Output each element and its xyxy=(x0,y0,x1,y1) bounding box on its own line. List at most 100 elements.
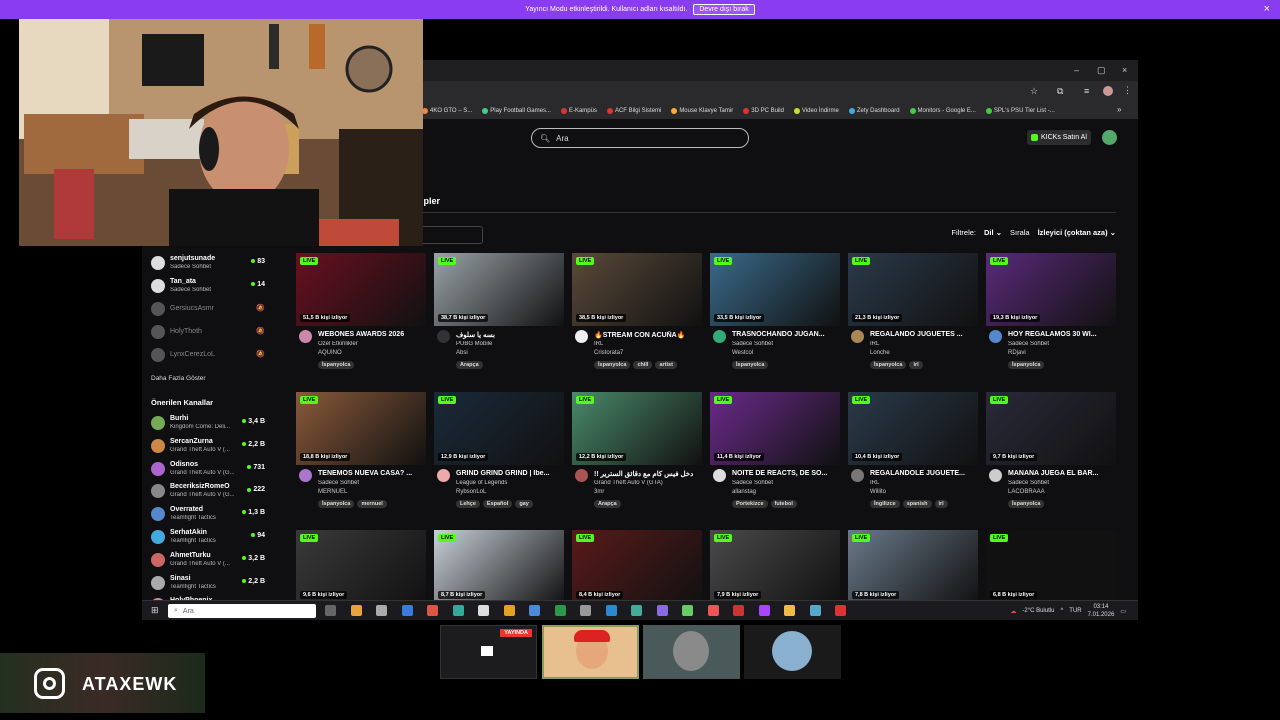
stream-thumbnail[interactable]: LIVE 21,3 B kişi izliyor xyxy=(848,253,978,326)
taskbar-app-icon[interactable] xyxy=(809,605,821,616)
stream-title[interactable]: HOY REGALAMOS 30 WI... xyxy=(1008,331,1116,338)
stream-thumbnail[interactable]: LIVE 9,7 B kişi izliyor xyxy=(986,392,1116,465)
stream-tag[interactable]: İspanyolca xyxy=(594,361,631,369)
stream-card[interactable]: LIVE 38,5 B kişi izliyor 🔥STREAM CON ACUÑA… xyxy=(572,253,702,378)
streamer-name[interactable]: allanstag xyxy=(732,489,756,495)
bookmark-item[interactable]: E-Kampüs xyxy=(560,108,597,114)
stream-thumbnail[interactable]: LIVE 11,4 B kişi izliyor xyxy=(710,392,840,465)
bookmark-item[interactable]: Video İndirme xyxy=(793,108,839,114)
stream-card[interactable]: LIVE 19,3 B kişi izliyor HOY REGALAMOS 30 … xyxy=(986,253,1116,378)
streamer-avatar[interactable] xyxy=(851,469,864,482)
stream-title[interactable]: GRIND GRIND GRIND | Ibe... xyxy=(456,470,564,477)
stream-category[interactable]: Sadece Sohbet xyxy=(732,341,840,347)
stream-category[interactable]: Özel Etkinlikler xyxy=(318,341,426,347)
stream-thumbnail[interactable]: LIVE 9,6 B kişi izliyor xyxy=(296,530,426,603)
stream-thumbnail[interactable]: LIVE 12,9 B kişi izliyor xyxy=(434,392,564,465)
stream-thumbnail[interactable]: LIVE 12,2 B kişi izliyor xyxy=(572,392,702,465)
streamer-name[interactable]: RDjavi xyxy=(1008,350,1026,356)
windows-start-icon[interactable]: ⊞ xyxy=(151,605,159,616)
stream-tag[interactable]: irl xyxy=(934,500,948,508)
stream-tag[interactable]: irl xyxy=(909,361,923,369)
user-avatar[interactable] xyxy=(1102,130,1117,145)
stream-tag[interactable]: İspanyolca xyxy=(1008,361,1045,369)
tray-chevron-icon[interactable]: ^ xyxy=(1060,608,1063,614)
sidebar-channel[interactable]: Tan_ata Sadece Sohbet 14 xyxy=(151,276,269,298)
stream-tag[interactable]: İspanyolca xyxy=(1008,500,1045,508)
stream-tag[interactable]: Español xyxy=(482,500,513,508)
tab-following[interactable]: ipler xyxy=(421,196,440,206)
language-indicator[interactable]: TUR xyxy=(1069,608,1081,614)
streamer-name[interactable]: Willito xyxy=(870,489,886,495)
stream-category[interactable]: Sadece Sohbet xyxy=(732,480,840,486)
scene-thumbnail-3[interactable] xyxy=(643,625,740,679)
streamer-avatar[interactable] xyxy=(575,469,588,482)
stream-title[interactable]: 🔥STREAM CON ACUÑA🔥 xyxy=(594,331,702,339)
streamer-avatar[interactable] xyxy=(299,330,312,343)
scene-thumbnail-4[interactable] xyxy=(744,625,841,679)
stream-tag[interactable]: İspanyolca xyxy=(732,361,769,369)
stream-category[interactable]: League of Legends xyxy=(456,480,564,486)
weather-text[interactable]: -2°C Bulutlu xyxy=(1022,608,1054,614)
stream-card[interactable]: LIVE 51,5 B kişi izliyor WEBONES AWARDS 20… xyxy=(296,253,426,378)
stream-card[interactable]: LIVE 12,9 B kişi izliyor GRIND GRIND GRIND… xyxy=(434,392,564,517)
stream-thumbnail[interactable]: LIVE 38,5 B kişi izliyor xyxy=(572,253,702,326)
banner-close-icon[interactable]: × xyxy=(1264,3,1270,15)
stream-tag[interactable]: futebol xyxy=(770,500,797,508)
stream-tag[interactable]: chill xyxy=(633,361,653,369)
bookmark-item[interactable]: Monitors - Google E... xyxy=(909,108,976,114)
stream-card[interactable]: LIVE 9,7 B kişi izliyor MAÑANA JUEGA EL BA… xyxy=(986,392,1116,517)
maximize-icon[interactable]: ▢ xyxy=(1097,65,1106,76)
taskbar-app-icon[interactable] xyxy=(682,605,693,616)
scene-thumbnail-1[interactable]: YAYINDA xyxy=(440,625,537,679)
streamer-avatar[interactable] xyxy=(713,469,726,482)
streamer-avatar[interactable] xyxy=(299,469,312,482)
stream-category[interactable]: IRL xyxy=(870,341,978,347)
bookmark-item[interactable]: Mouse Klavye Tamir xyxy=(671,108,733,114)
taskbar-app-icon[interactable] xyxy=(733,605,744,616)
sidebar-channel[interactable]: HolyThoth 🔕 xyxy=(151,322,269,344)
disable-streamer-mode-button[interactable]: Devre dışı bırak xyxy=(693,4,755,15)
stream-tag[interactable]: İngilizce xyxy=(870,500,900,508)
bookmark-item[interactable]: SPL's PSU Tier List -... xyxy=(985,108,1055,114)
stream-card[interactable]: LIVE 38,7 B kişi izliyor بسه يا سلوف PUBG M… xyxy=(434,253,564,378)
streamer-name[interactable]: AQUINO xyxy=(318,350,342,356)
streamer-avatar[interactable] xyxy=(437,330,450,343)
taskbar-app-icon[interactable] xyxy=(605,605,617,616)
stream-title[interactable]: TENEMOS NUEVA CASA? ... xyxy=(318,470,426,477)
stream-card[interactable]: LIVE 12,2 B kişi izliyor !! دخل فيس كام مع… xyxy=(572,392,702,517)
stream-card[interactable]: LIVE 18,8 B kişi izliyor TENEMOS NUEVA CAS… xyxy=(296,392,426,517)
sidebar-channel[interactable]: LynxCerezLoL 🔕 xyxy=(151,345,269,367)
stream-category[interactable]: IRL xyxy=(594,341,702,347)
streamer-name[interactable]: Westcol xyxy=(732,350,753,356)
recommended-channel[interactable]: SercanZurna Grand Theft Auto V (... 2,2 B xyxy=(151,436,269,458)
taskbar-app-icon[interactable] xyxy=(554,605,566,616)
stream-card[interactable]: LIVE 11,4 B kişi izliyor NOITE DE REACTS, … xyxy=(710,392,840,517)
stream-title[interactable]: REGALANDOLE JUGUETE... xyxy=(870,470,978,477)
profile-icon[interactable] xyxy=(1103,86,1113,96)
bookmark-item[interactable]: ACF Bilgi Sistemi xyxy=(606,108,661,114)
close-window-icon[interactable]: × xyxy=(1122,65,1127,75)
streamer-avatar[interactable] xyxy=(989,330,1002,343)
taskbar-app-icon[interactable] xyxy=(350,605,362,616)
recommended-channel[interactable]: SerhatAkin Teamfight Tactics 94 xyxy=(151,527,269,549)
notification-icon[interactable]: ▭ xyxy=(1120,608,1126,615)
taskbar-app-icon[interactable] xyxy=(503,605,515,616)
stream-tag[interactable]: mernuel xyxy=(357,500,387,508)
stream-category[interactable]: PUBG Mobile xyxy=(456,341,564,347)
taskbar-app-icon[interactable] xyxy=(631,605,642,616)
stream-card[interactable]: LIVE 10,4 B kişi izliyor REGALANDOLE JUGUE… xyxy=(848,392,978,517)
stream-thumbnail[interactable]: LIVE 33,5 B kişi izliyor xyxy=(710,253,840,326)
streamer-name[interactable]: Cristorata7 xyxy=(594,350,623,356)
stream-tag[interactable]: spanish xyxy=(902,500,932,508)
stream-thumbnail[interactable]: LIVE 38,7 B kişi izliyor xyxy=(434,253,564,326)
recommended-channel[interactable]: Odisnos Grand Theft Auto V (G... 731 xyxy=(151,459,269,481)
stream-card[interactable]: LIVE 33,5 B kişi izliyor TRASNOCHANDO JUGA… xyxy=(710,253,840,378)
bookmark-item[interactable]: Zety Dashboard xyxy=(848,108,900,114)
stream-title[interactable]: MAÑANA JUEGA EL BAR... xyxy=(1008,470,1116,477)
stream-category[interactable]: Sadece Sohbet xyxy=(1008,341,1116,347)
taskbar-app-icon[interactable] xyxy=(580,605,591,616)
taskbar-app-icon[interactable] xyxy=(784,605,795,616)
stream-category[interactable]: Grand Theft Auto V (GTA) xyxy=(594,480,702,486)
taskbar-app-icon[interactable] xyxy=(401,605,413,616)
sort-dropdown[interactable]: İzleyici (çoktan aza) ⌄ xyxy=(1038,228,1116,237)
